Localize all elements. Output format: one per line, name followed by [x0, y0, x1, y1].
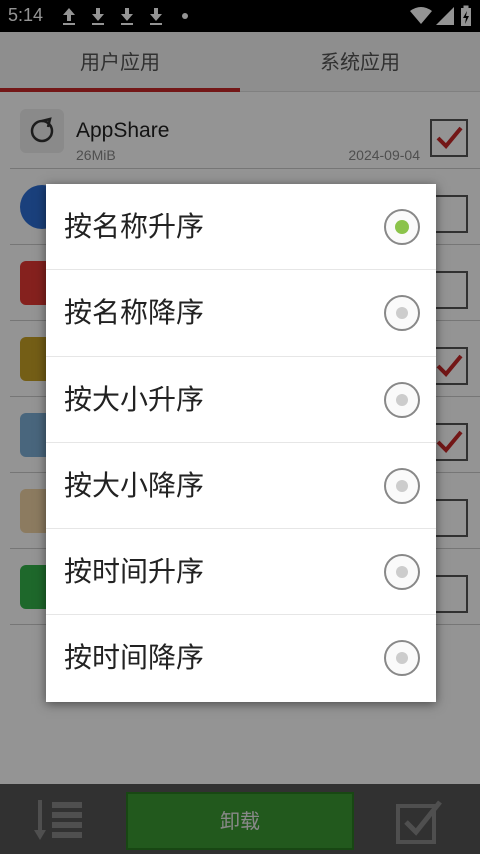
radio-button[interactable] [384, 640, 420, 677]
sort-option-label: 按时间降序 [64, 641, 205, 675]
sort-option-label: 按名称升序 [64, 210, 205, 243]
sort-option-label: 按大小升序 [64, 382, 205, 416]
sort-option-time-desc[interactable]: 按时间降序 [46, 615, 436, 701]
sort-option-label: 按时间升序 [64, 555, 205, 589]
radio-button[interactable] [384, 554, 420, 591]
sort-option-label: 按名称降序 [64, 296, 205, 330]
radio-button[interactable] [384, 209, 420, 245]
sort-option-size-desc[interactable]: 按大小降序 [46, 443, 436, 530]
radio-button[interactable] [384, 381, 420, 418]
sort-option-label: 按大小降序 [64, 468, 205, 502]
radio-button[interactable] [384, 467, 420, 504]
sort-option-name-desc[interactable]: 按名称降序 [46, 270, 436, 357]
sort-option-name-asc[interactable]: 按名称升序 [46, 184, 436, 271]
sort-option-time-asc[interactable]: 按时间升序 [46, 529, 436, 616]
sort-option-size-asc[interactable]: 按大小升序 [46, 357, 436, 443]
sort-dialog: 按名称升序 按名称降序 按大小升序 按大小降序 按时间升序 按时间降序 [46, 184, 436, 702]
radio-button[interactable] [384, 295, 420, 332]
